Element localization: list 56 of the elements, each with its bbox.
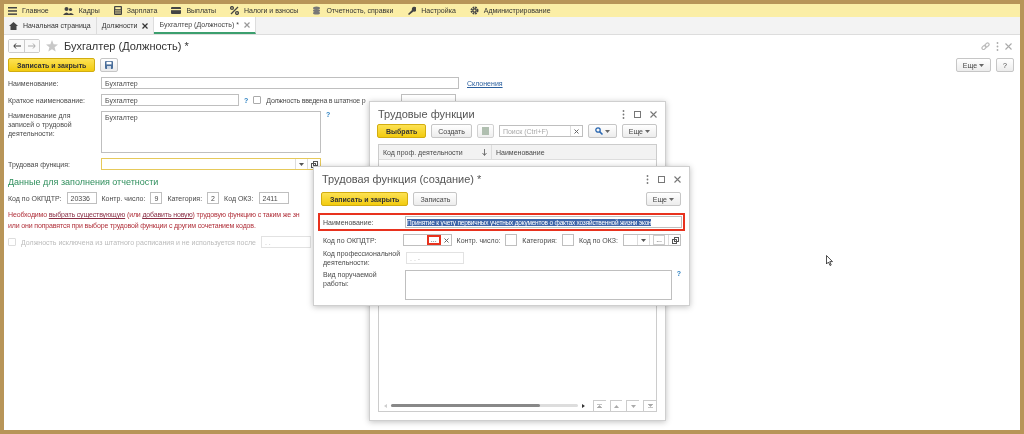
work-type-field[interactable] xyxy=(404,270,672,300)
scroll-left-icon[interactable] xyxy=(384,403,387,408)
to-bottom-icon xyxy=(647,404,653,408)
clear-icon[interactable] xyxy=(443,237,449,243)
caret-icon xyxy=(669,197,674,201)
gear-icon xyxy=(469,6,479,15)
save-button[interactable] xyxy=(100,58,119,72)
document-icon xyxy=(481,127,489,135)
category-field[interactable] xyxy=(562,234,574,246)
people-icon xyxy=(62,6,74,15)
more-icon[interactable] xyxy=(622,109,625,119)
labor-function-field[interactable] xyxy=(101,158,321,170)
forward-button[interactable] xyxy=(24,40,39,52)
caret-icon xyxy=(979,63,985,67)
cursor-icon xyxy=(826,255,833,266)
link-icon[interactable] xyxy=(981,41,990,51)
form-title: Бухгалтер (Должность) * xyxy=(64,40,189,52)
coins-icon xyxy=(312,6,322,15)
more-icon[interactable] xyxy=(646,174,649,184)
more-icon[interactable] xyxy=(996,41,999,51)
copy-button[interactable] xyxy=(476,124,494,138)
previous-row-button[interactable] xyxy=(609,400,623,411)
star-icon[interactable] xyxy=(46,40,58,52)
down-icon xyxy=(630,404,636,408)
back-button[interactable] xyxy=(9,40,24,52)
caret-icon xyxy=(604,129,610,133)
open-icon[interactable] xyxy=(672,236,679,244)
next-row-button[interactable] xyxy=(626,400,640,411)
checkbox[interactable] xyxy=(253,96,262,104)
back-arrow-icon xyxy=(12,43,21,49)
search-button[interactable] xyxy=(587,124,617,138)
search-icon xyxy=(594,127,603,135)
scroll-right-icon[interactable] xyxy=(581,403,585,408)
to-top-icon xyxy=(597,404,603,408)
up-icon xyxy=(614,404,619,408)
maximize-icon[interactable] xyxy=(634,110,641,118)
home-icon xyxy=(9,21,18,30)
clear-icon[interactable] xyxy=(573,128,579,134)
dialog-title: Трудовые функции xyxy=(378,108,475,120)
menu-icon xyxy=(8,6,17,15)
last-row-button[interactable] xyxy=(643,400,656,411)
percent-icon xyxy=(229,6,239,15)
wallet-icon xyxy=(171,7,182,14)
sort-down-icon xyxy=(482,148,487,156)
dropdown-icon[interactable] xyxy=(641,238,647,242)
first-row-button[interactable] xyxy=(592,400,606,411)
dropdown-icon[interactable] xyxy=(299,162,304,166)
forward-arrow-icon xyxy=(28,43,36,49)
section-heading: Данные для заполнения отчетности xyxy=(8,177,159,187)
dialog-title: Трудовая функция (создание) * xyxy=(322,173,482,185)
scrollbar-thumb[interactable] xyxy=(390,404,541,407)
maximize-icon[interactable] xyxy=(658,175,665,183)
close-icon[interactable] xyxy=(142,22,149,29)
control-number-field[interactable] xyxy=(505,234,518,246)
caret-icon xyxy=(645,129,650,133)
wrench-icon xyxy=(407,6,417,15)
